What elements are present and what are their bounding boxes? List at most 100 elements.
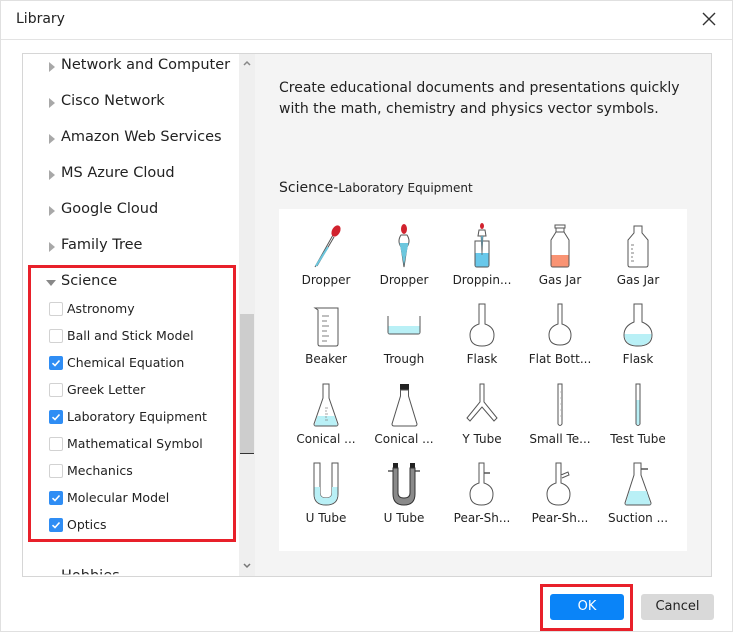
- shape-item[interactable]: Gas Jar: [599, 217, 677, 296]
- science-option-label: Mechanics: [67, 463, 133, 478]
- chevron-up-icon: [243, 60, 251, 66]
- shape-item[interactable]: Pear-Sh...: [521, 455, 599, 534]
- science-option-mathematical-symbol[interactable]: Mathematical Symbol: [49, 434, 237, 454]
- science-option-greek-letter[interactable]: Greek Letter: [49, 380, 237, 400]
- scroll-thumb[interactable]: [240, 314, 254, 454]
- caret-right-icon[interactable]: [49, 170, 55, 180]
- checkbox[interactable]: [49, 518, 63, 532]
- science-option-label: Greek Letter: [67, 382, 146, 397]
- cancel-button[interactable]: Cancel: [641, 594, 714, 620]
- caret-right-icon[interactable]: [49, 242, 55, 252]
- preview-pane: Create educational documents and present…: [255, 54, 711, 576]
- checkbox[interactable]: [49, 356, 63, 370]
- science-option-ball-and-stick-model[interactable]: Ball and Stick Model: [49, 326, 237, 346]
- beaker-icon: [309, 302, 343, 348]
- tree-scrollbar[interactable]: [239, 54, 255, 576]
- scroll-up-button[interactable]: [239, 56, 255, 72]
- tree-category-network-and-computer[interactable]: Network and Computer: [23, 56, 239, 78]
- shape-item[interactable]: Conical ...: [365, 376, 443, 455]
- ok-button[interactable]: OK: [550, 594, 624, 620]
- shape-caption: U Tube: [305, 511, 347, 525]
- tree-category-science[interactable]: Science: [23, 272, 239, 294]
- tree-category-cisco-network[interactable]: Cisco Network: [23, 92, 239, 114]
- section-title-main: Science-: [279, 180, 339, 196]
- checkmark-icon: [51, 413, 61, 421]
- flat-bottom-flask-icon: [543, 302, 577, 348]
- shape-item[interactable]: Small Te...: [521, 376, 599, 455]
- close-button[interactable]: [700, 10, 718, 28]
- conical-flask-filled-icon: [309, 382, 343, 428]
- shape-item[interactable]: Flask: [443, 296, 521, 375]
- science-option-label: Ball and Stick Model: [67, 328, 194, 343]
- pear-shaped-flask-icon: [465, 461, 499, 507]
- shape-item[interactable]: Dropper: [287, 217, 365, 296]
- tree-category-label: Network and Computer: [61, 57, 231, 73]
- section-title: Science-Laboratory Equipment: [279, 180, 473, 196]
- tree-category-family-tree[interactable]: Family Tree: [23, 236, 239, 258]
- section-title-sub: Laboratory Equipment: [338, 181, 473, 195]
- small-test-tube-icon: [543, 382, 577, 428]
- shape-item[interactable]: Y Tube: [443, 376, 521, 455]
- caret-right-icon[interactable]: [49, 206, 55, 216]
- tree-category-partial[interactable]: Hobbies: [61, 568, 120, 574]
- shape-item[interactable]: Trough: [365, 296, 443, 375]
- shape-item[interactable]: Suction ...: [599, 455, 677, 534]
- shape-item[interactable]: Droppin...: [443, 217, 521, 296]
- y-tube-icon: [465, 382, 499, 428]
- shape-caption: U Tube: [383, 511, 425, 525]
- shape-caption: Beaker: [305, 352, 347, 366]
- caret-down-icon[interactable]: [46, 280, 56, 286]
- science-option-label: Optics: [67, 517, 107, 532]
- shape-caption: Pear-Sh...: [453, 511, 511, 525]
- science-option-label: Chemical Equation: [67, 355, 185, 370]
- science-option-molecular-model[interactable]: Molecular Model: [49, 488, 237, 508]
- checkbox[interactable]: [49, 437, 63, 451]
- tree-category-amazon-web-services[interactable]: Amazon Web Services: [23, 128, 239, 150]
- tree-category-label: MS Azure Cloud: [61, 165, 175, 181]
- shape-item[interactable]: U Tube: [287, 455, 365, 534]
- trough-icon: [387, 302, 421, 348]
- checkbox[interactable]: [49, 410, 63, 424]
- science-option-chemical-equation[interactable]: Chemical Equation: [49, 353, 237, 373]
- close-icon: [702, 12, 716, 26]
- tree-category-label: Google Cloud: [61, 201, 159, 217]
- chevron-down-icon: [243, 563, 251, 569]
- shape-item[interactable]: Pear-Sh...: [443, 455, 521, 534]
- checkbox[interactable]: [49, 302, 63, 316]
- shape-caption: Gas Jar: [538, 273, 582, 287]
- flask-icon: [465, 302, 499, 348]
- shape-item[interactable]: Conical ...: [287, 376, 365, 455]
- checkmark-icon: [51, 494, 61, 502]
- caret-right-icon[interactable]: [49, 62, 55, 72]
- pear-shaped-flask-side-icon: [543, 461, 577, 507]
- shape-item[interactable]: Flat Bott...: [521, 296, 599, 375]
- shape-caption: Small Te...: [529, 432, 591, 446]
- shape-caption: Pear-Sh...: [531, 511, 589, 525]
- caret-right-icon[interactable]: [49, 134, 55, 144]
- science-option-mechanics[interactable]: Mechanics: [49, 461, 237, 481]
- science-option-astronomy[interactable]: Astronomy: [49, 299, 237, 319]
- tree-category-ms-azure-cloud[interactable]: MS Azure Cloud: [23, 164, 239, 186]
- shape-item[interactable]: Flask: [599, 296, 677, 375]
- gas-jar-filled-icon: [543, 223, 577, 269]
- checkbox[interactable]: [49, 329, 63, 343]
- shape-item[interactable]: Test Tube: [599, 376, 677, 455]
- shape-item[interactable]: U Tube: [365, 455, 443, 534]
- shape-item[interactable]: Gas Jar: [521, 217, 599, 296]
- scroll-down-button[interactable]: [239, 558, 255, 574]
- conical-flask-stopper-icon: [387, 382, 421, 428]
- shape-caption: Flat Bott...: [528, 352, 592, 366]
- tree-category-label: Science: [61, 273, 118, 289]
- tree-category-label: Amazon Web Services: [61, 129, 222, 145]
- library-content: Network and Computer Cisco Network Amazon …: [22, 53, 712, 577]
- shape-item[interactable]: Beaker: [287, 296, 365, 375]
- shape-caption: Flask: [622, 352, 654, 366]
- science-option-optics[interactable]: Optics: [49, 515, 237, 535]
- caret-right-icon[interactable]: [49, 98, 55, 108]
- checkbox[interactable]: [49, 464, 63, 478]
- checkbox[interactable]: [49, 491, 63, 505]
- checkbox[interactable]: [49, 383, 63, 397]
- science-option-laboratory-equipment[interactable]: Laboratory Equipment: [49, 407, 237, 427]
- tree-category-google-cloud[interactable]: Google Cloud: [23, 200, 239, 222]
- shape-item[interactable]: Dropper: [365, 217, 443, 296]
